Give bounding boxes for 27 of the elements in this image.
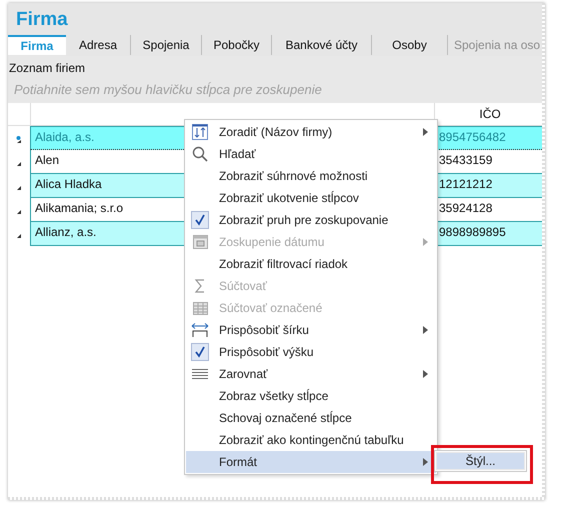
sort-icon: [192, 124, 208, 140]
section-title: Zoznam firiem: [8, 60, 86, 75]
checkmark-icon: [191, 343, 209, 361]
window-title: Firma: [8, 3, 545, 35]
submenu-arrow-icon: [423, 128, 428, 136]
calendar-icon: [192, 235, 208, 249]
menu-item[interactable]: Formát: [186, 451, 436, 473]
menu-item[interactable]: Prispôsobiť šírku: [186, 319, 436, 341]
align-icon: [192, 368, 208, 380]
submenu-arrow-icon: [423, 458, 428, 466]
menu-item[interactable]: Prispôsobiť výšku: [186, 341, 436, 363]
search-icon: [192, 146, 208, 162]
menu-item[interactable]: Štýl...: [436, 452, 525, 470]
menu-item[interactable]: Zobraziť ako kontingenčnú tabuľku: [186, 429, 436, 451]
fit-width-icon: [191, 322, 209, 338]
submenu-arrow-icon: [423, 370, 428, 378]
sum-icon: [194, 278, 206, 294]
submenu-arrow-icon: [423, 238, 428, 246]
checkmark-icon: [191, 211, 209, 229]
menu-item[interactable]: Zobraz všetky stĺpce: [186, 385, 436, 407]
group-by-hint: Potiahnite sem myšou hlavičku stĺpca pre zoskupenie: [14, 82, 322, 97]
column-header[interactable]: IČO: [435, 103, 545, 125]
table-icon: [192, 302, 208, 314]
menu-item[interactable]: Zarovnať: [186, 363, 436, 385]
submenu-arrow-icon: [423, 326, 428, 334]
menu-item[interactable]: Schovaj označené stĺpce: [186, 407, 436, 429]
menu-item[interactable]: Zobraziť filtrovací riadok: [186, 253, 436, 275]
